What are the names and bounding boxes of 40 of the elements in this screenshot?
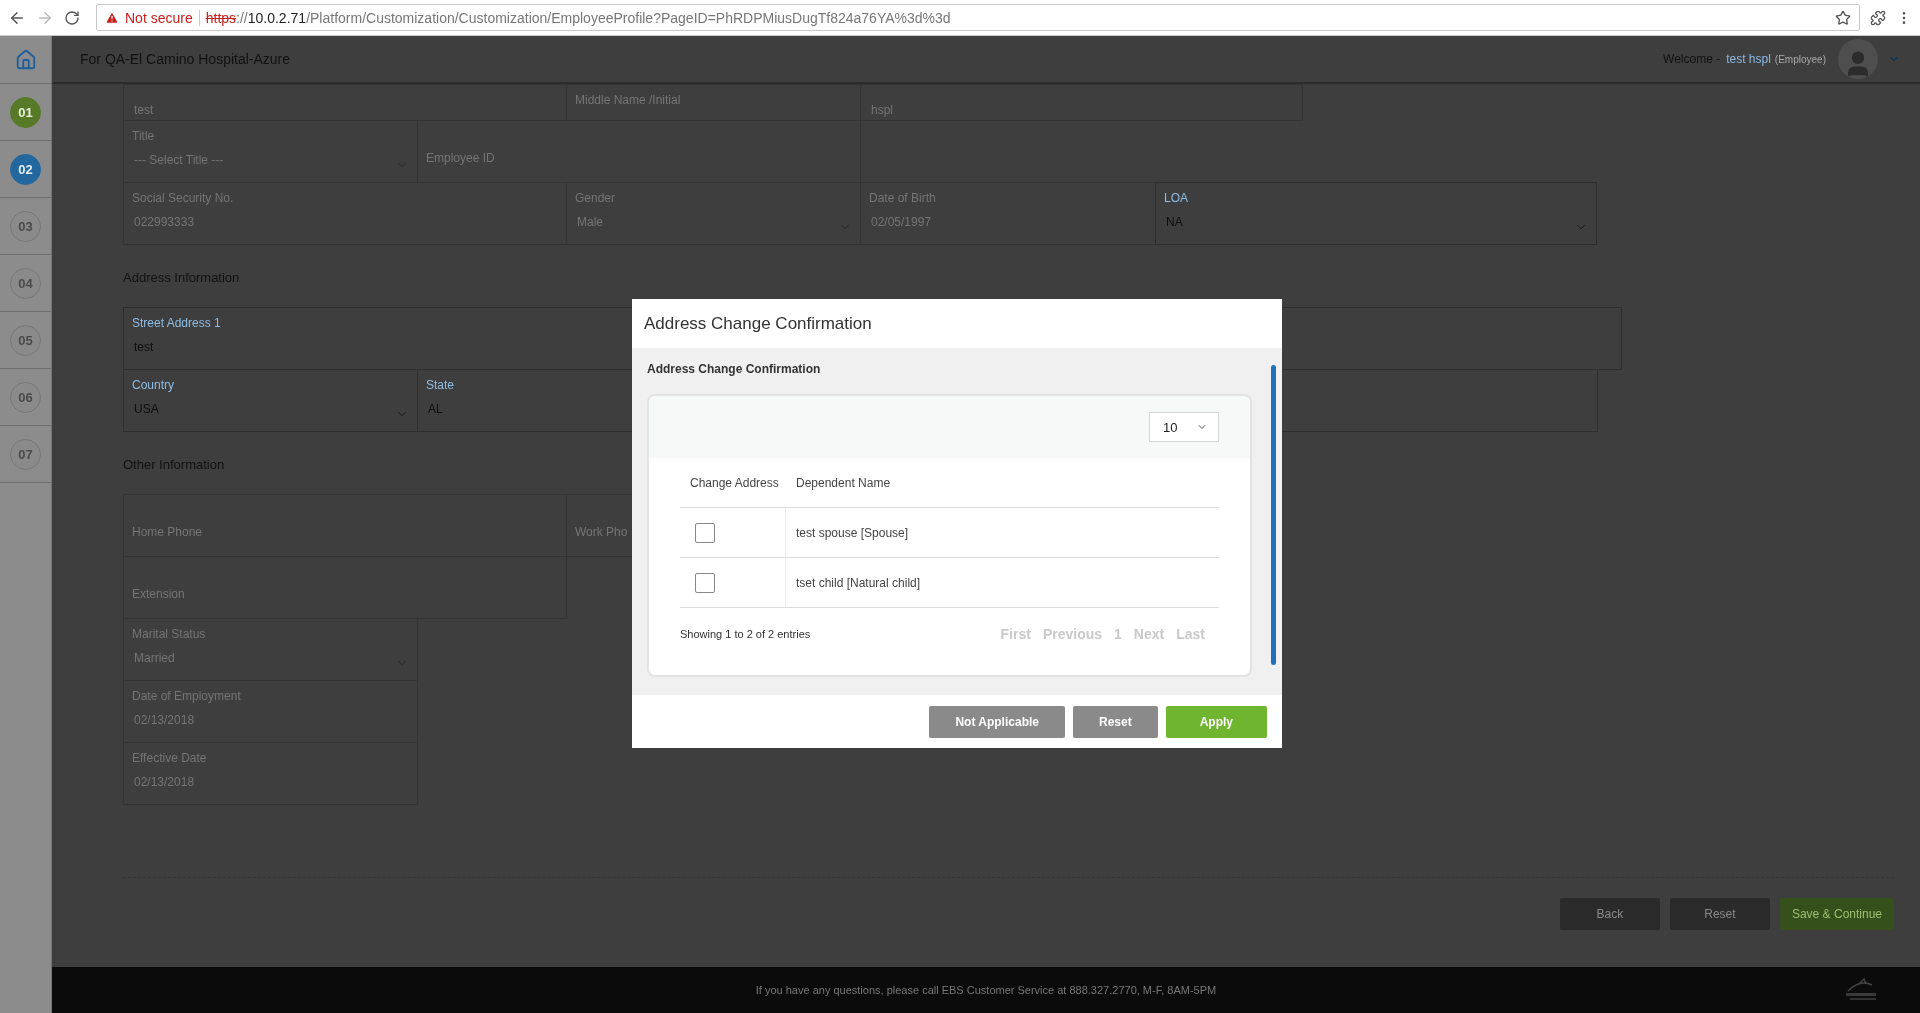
field-label: State xyxy=(426,378,455,392)
checkbox[interactable] xyxy=(695,572,715,593)
user-role: (Employee) xyxy=(1774,53,1826,65)
star-icon[interactable] xyxy=(1835,9,1851,26)
dialog-button[interactable]: Not Applicable xyxy=(929,705,1065,738)
extension-icon[interactable] xyxy=(1870,9,1886,26)
step-badge[interactable]: 05 xyxy=(10,324,41,356)
field-label: LOA xyxy=(1164,191,1188,205)
footer-text: If you have any questions, please call EBS Customer Service at 888.327.2770, M-F, 8AM-5PM xyxy=(755,984,1217,996)
dialog-button[interactable]: Reset xyxy=(1072,705,1158,738)
page-size-select[interactable]: 10 xyxy=(1149,412,1219,442)
column-header: Dependent Name xyxy=(796,475,891,490)
field-label: Country xyxy=(132,378,175,392)
step-badge[interactable]: 01 xyxy=(10,96,41,128)
reload-icon[interactable] xyxy=(64,9,80,26)
page-button[interactable]: Reset xyxy=(1669,898,1770,930)
page-button[interactable]: Save & Continue xyxy=(1779,898,1894,930)
page-button[interactable]: Back xyxy=(1559,898,1660,930)
url-text: https://10.0.2.71/Platform/Customization/Customization/EmployeeProfile?PageID=PhRDPMiusDugTf824a76YA%3d%3d xyxy=(205,9,951,26)
user-name-link[interactable]: test hspl xyxy=(1726,52,1771,66)
step-badge[interactable]: 07 xyxy=(10,438,41,470)
dependent-name: tset child [Natural child] xyxy=(796,575,921,590)
security-label: Not secure xyxy=(125,9,193,26)
dialog-subtitle: Address Change Confirmation xyxy=(647,362,821,376)
scrollbar[interactable] xyxy=(1271,365,1276,665)
dependent-name: test spouse [Spouse] xyxy=(796,525,909,540)
warning-icon xyxy=(105,10,119,25)
step-badge[interactable]: 03 xyxy=(10,210,41,242)
checkbox[interactable] xyxy=(695,522,715,543)
avatar-icon[interactable] xyxy=(1838,39,1878,79)
step-badge[interactable]: 06 xyxy=(10,381,41,413)
field-label: Street Address 1 xyxy=(132,316,221,330)
step-badge[interactable]: 02 xyxy=(10,153,41,185)
dialog-title: Address Change Confirmation xyxy=(644,313,872,334)
address-bar[interactable]: Not secure https://10.0.2.71/Platform/Customization/Customization/EmployeeProfile?PageID=PhRDPMiusDugTf824a76YA%3d%3d xyxy=(96,4,1860,31)
entries-info: Showing 1 to 2 of 2 entries xyxy=(680,628,811,640)
home-icon[interactable] xyxy=(14,48,37,71)
dialog-button[interactable]: Apply xyxy=(1165,705,1267,738)
column-header: Change Address xyxy=(690,475,779,490)
step-badge[interactable]: 04 xyxy=(10,267,41,299)
